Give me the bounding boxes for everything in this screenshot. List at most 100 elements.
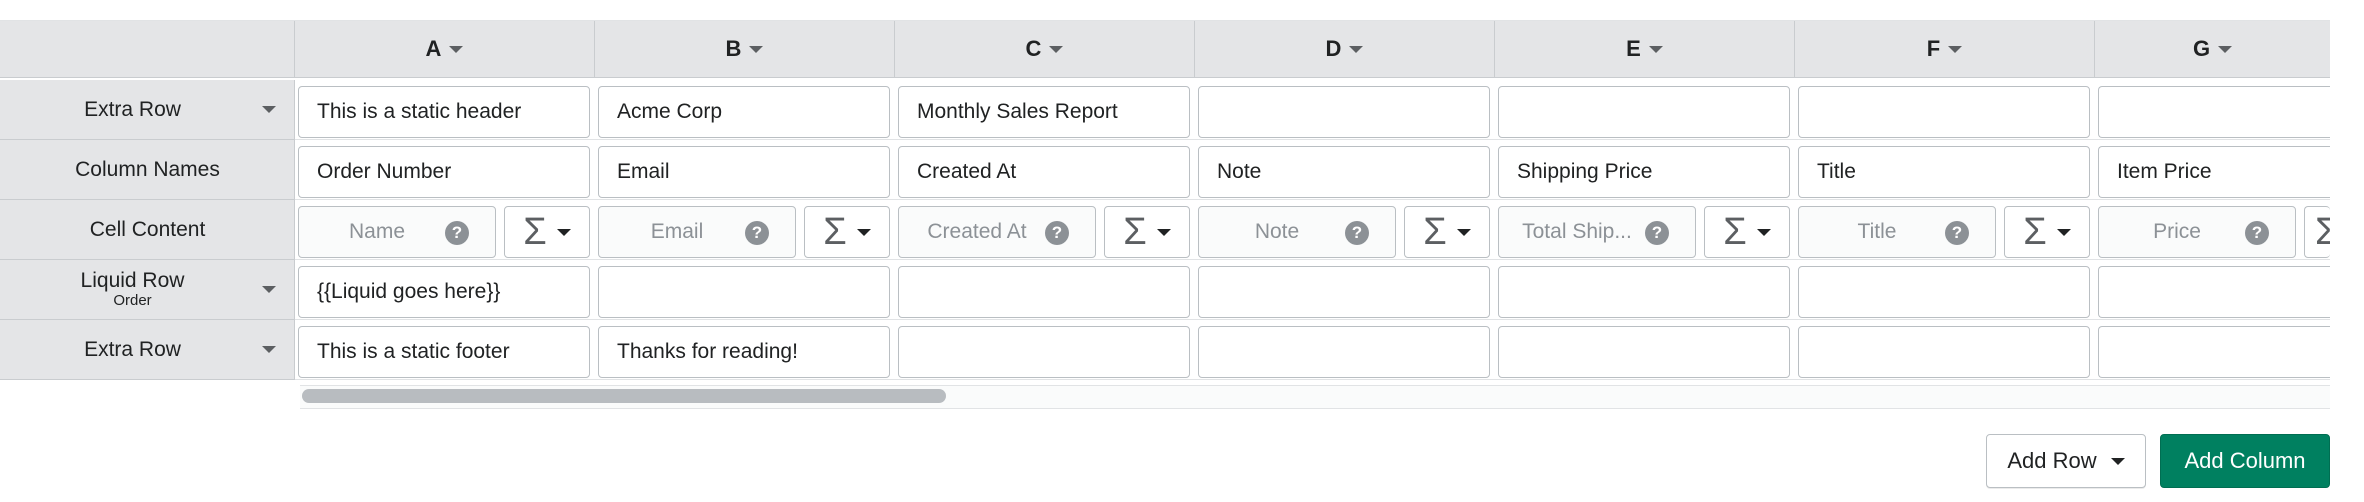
column-header-d[interactable]: D <box>1195 21 1495 78</box>
help-icon[interactable]: ? <box>1945 221 1969 245</box>
row-sublabel: Order <box>113 291 152 309</box>
row-separator <box>295 139 2330 140</box>
column-header-c[interactable]: C <box>895 21 1195 78</box>
sigma-icon: Σ <box>523 210 547 253</box>
chevron-down-icon <box>2110 457 2125 465</box>
column-letter: F <box>1926 36 1941 61</box>
liquid-cell[interactable] <box>898 266 1190 318</box>
liquid-cell[interactable]: {{Liquid goes here}} <box>298 266 590 318</box>
column-name-cell[interactable]: Email <box>598 146 890 198</box>
help-icon[interactable]: ? <box>1045 221 1069 245</box>
sigma-icon: Σ <box>1123 210 1147 253</box>
column-header-e[interactable]: E <box>1495 21 1795 78</box>
extra-row-cell[interactable]: Monthly Sales Report <box>898 86 1190 138</box>
extra-row-cell[interactable]: This is a static header <box>298 86 590 138</box>
horizontal-scrollbar-thumb[interactable] <box>302 389 946 403</box>
chevron-down-icon <box>2056 228 2071 236</box>
sum-button[interactable]: Σ <box>1104 206 1190 258</box>
column-name-cell[interactable]: Title <box>1798 146 2090 198</box>
add-column-button[interactable]: Add Column <box>2160 434 2330 488</box>
column-letter: C <box>1025 36 1042 61</box>
footer-cell[interactable] <box>1198 326 1490 378</box>
footer-cell[interactable] <box>1498 326 1790 378</box>
placeholder-text: Email <box>650 220 704 243</box>
liquid-cell[interactable] <box>1198 266 1490 318</box>
column-header-f[interactable]: F <box>1795 21 2095 78</box>
sum-button[interactable]: Σ <box>1704 206 1790 258</box>
extra-row-cell[interactable] <box>1198 86 1490 138</box>
footer-cell[interactable] <box>1798 326 2090 378</box>
help-icon[interactable]: ? <box>1345 221 1369 245</box>
placeholder-text: Price <box>2153 220 2201 243</box>
sum-button[interactable]: Σ <box>804 206 890 258</box>
sum-button[interactable]: Σ <box>2004 206 2090 258</box>
row-label: Extra Row <box>0 338 265 361</box>
column-header-a[interactable]: A <box>295 21 595 78</box>
extra-row-cell[interactable]: Acme Corp <box>598 86 890 138</box>
help-icon[interactable]: ? <box>1645 221 1669 245</box>
chevron-down-icon <box>1156 228 1171 236</box>
extra-row-cell[interactable] <box>1798 86 2090 138</box>
sum-button[interactable]: Σ <box>504 206 590 258</box>
column-name-cell[interactable]: Note <box>1198 146 1490 198</box>
row-label: Cell Content <box>0 217 295 241</box>
chevron-down-icon <box>1756 228 1771 236</box>
liquid-cell[interactable] <box>1798 266 2090 318</box>
corner-cell <box>0 21 295 78</box>
placeholder-text: Note <box>1254 220 1300 243</box>
row-header: Column Names <box>0 140 295 200</box>
add-column-label: Add Column <box>2184 448 2306 473</box>
sigma-icon: Σ <box>1723 210 1747 253</box>
row-label: Liquid Row Order <box>0 269 265 310</box>
cell-content-input[interactable]: Name? <box>298 206 496 258</box>
column-name-cell[interactable]: Created At <box>898 146 1190 198</box>
sum-button[interactable]: Σ <box>1404 206 1490 258</box>
sigma-icon: Σ <box>1423 210 1447 253</box>
sigma-icon: Σ <box>2315 211 2330 254</box>
liquid-cell[interactable] <box>2098 266 2330 318</box>
help-icon[interactable]: ? <box>445 221 469 245</box>
column-header-b[interactable]: B <box>595 21 895 78</box>
column-name-cell[interactable]: Item Price <box>2098 146 2330 198</box>
help-icon[interactable]: ? <box>2245 221 2269 245</box>
row-separator <box>295 319 2330 320</box>
extra-row-cell[interactable] <box>2098 86 2330 138</box>
chevron-down-icon <box>1456 228 1471 236</box>
cell-content-input[interactable]: Email? <box>598 206 796 258</box>
footer-cell[interactable]: Thanks for reading! <box>598 326 890 378</box>
column-letter: E <box>1626 36 1641 61</box>
sum-button[interactable]: Σ <box>2304 206 2330 258</box>
column-name-cell[interactable]: Order Number <box>298 146 590 198</box>
cell-content-input[interactable]: Price? <box>2098 206 2296 258</box>
column-letter: D <box>1325 36 1342 61</box>
row-header[interactable]: Liquid Row Order <box>0 260 295 320</box>
cell-content-input[interactable]: Note? <box>1198 206 1396 258</box>
help-icon[interactable]: ? <box>745 221 769 245</box>
liquid-cell[interactable] <box>1498 266 1790 318</box>
sigma-icon: Σ <box>2023 210 2047 253</box>
column-name-cell[interactable]: Shipping Price <box>1498 146 1790 198</box>
chevron-down-icon <box>1349 45 1364 53</box>
row-header: Cell Content <box>0 200 295 260</box>
placeholder-text: Created At <box>927 220 1027 243</box>
chevron-down-icon <box>1648 45 1663 53</box>
row-separator <box>295 259 2330 260</box>
add-row-button[interactable]: Add Row <box>1986 434 2146 488</box>
chevron-down-icon <box>262 346 276 353</box>
column-header-g[interactable]: G <box>2095 21 2330 78</box>
row-label-text: Cell Content <box>89 217 206 241</box>
cell-content-input[interactable]: Title? <box>1798 206 1996 258</box>
row-separator <box>295 379 2330 380</box>
row-header[interactable]: Extra Row <box>0 80 295 140</box>
extra-row-cell[interactable] <box>1498 86 1790 138</box>
liquid-cell[interactable] <box>598 266 890 318</box>
chevron-down-icon <box>556 228 571 236</box>
chevron-down-icon <box>856 228 871 236</box>
cell-content-input[interactable]: Total Ship...? <box>1498 206 1696 258</box>
cell-content-input[interactable]: Created At? <box>898 206 1096 258</box>
row-header[interactable]: Extra Row <box>0 320 295 380</box>
footer-cell[interactable] <box>2098 326 2330 378</box>
row-label: Extra Row <box>0 98 265 121</box>
footer-cell[interactable] <box>898 326 1190 378</box>
footer-cell[interactable]: This is a static footer <box>298 326 590 378</box>
